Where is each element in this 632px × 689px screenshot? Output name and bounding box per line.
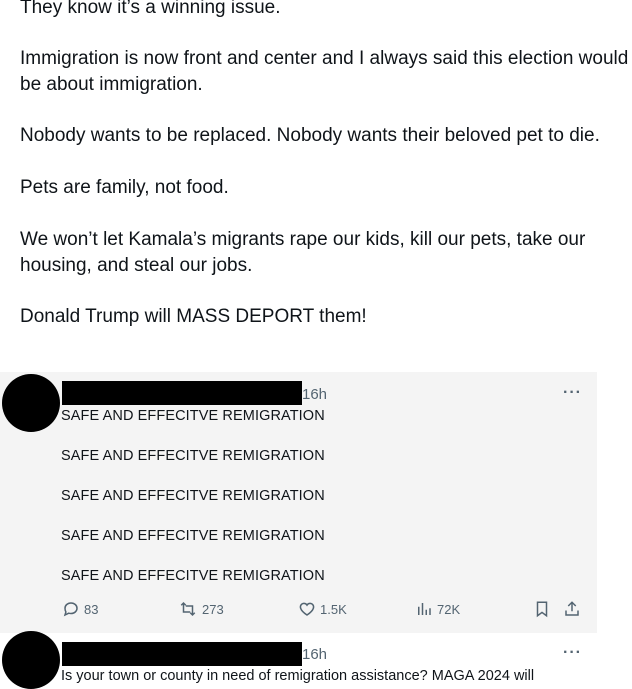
like-count: 1.5K	[320, 601, 347, 617]
like-button[interactable]: 1.5K	[298, 600, 347, 618]
reply-text-line: Is your town or county in need of remigr…	[61, 668, 535, 684]
post-paragraph: Donald Trump will MASS DEPORT them!	[20, 306, 367, 327]
share-button[interactable]	[563, 600, 585, 618]
repost-button[interactable]: 273	[178, 600, 224, 618]
repost-icon	[180, 601, 196, 617]
reply-text-line: SAFE AND EFFECITVE REMIGRATION	[61, 528, 325, 544]
post-paragraph: We won’t let Kamala’s migrants rape our …	[20, 229, 586, 276]
repost-count: 273	[202, 601, 224, 617]
post-paragraph: Pets are family, not food.	[20, 177, 229, 198]
avatar[interactable]	[2, 374, 60, 432]
reply-count: 83	[84, 601, 99, 617]
post-timestamp[interactable]: 16h	[302, 386, 327, 403]
post-paragraph: Nobody wants to be replaced. Nobody want…	[20, 125, 600, 146]
bookmark-icon	[536, 601, 548, 618]
heart-icon	[299, 602, 315, 616]
reply-button[interactable]: 83	[62, 600, 98, 618]
reply-text-line: SAFE AND EFFECITVE REMIGRATION	[61, 448, 325, 464]
reply-text-line: SAFE AND EFFECITVE REMIGRATION	[61, 408, 325, 424]
redacted-username[interactable]	[62, 642, 302, 666]
redacted-username[interactable]	[62, 381, 302, 405]
more-options-button[interactable]: ···	[563, 644, 582, 662]
bookmark-button[interactable]	[533, 600, 555, 618]
post-paragraph: They know it’s a winning issue.	[20, 0, 281, 18]
reply-icon	[63, 602, 78, 617]
views-icon	[418, 603, 431, 615]
reply-text-line: SAFE AND EFFECITVE REMIGRATION	[61, 568, 325, 584]
reply-text-line: SAFE AND EFFECITVE REMIGRATION	[61, 488, 325, 504]
more-options-button[interactable]: ···	[563, 384, 582, 402]
post-paragraph: Immigration is now front and center and …	[20, 48, 629, 95]
view-count: 72K	[437, 601, 461, 617]
share-icon	[565, 601, 579, 616]
post-timestamp[interactable]: 16h	[302, 646, 327, 663]
avatar[interactable]	[2, 631, 60, 689]
quoted-post-body: They know it’s a winning issue. Immigrat…	[0, 0, 632, 370]
views-button[interactable]: 72K	[415, 600, 460, 618]
